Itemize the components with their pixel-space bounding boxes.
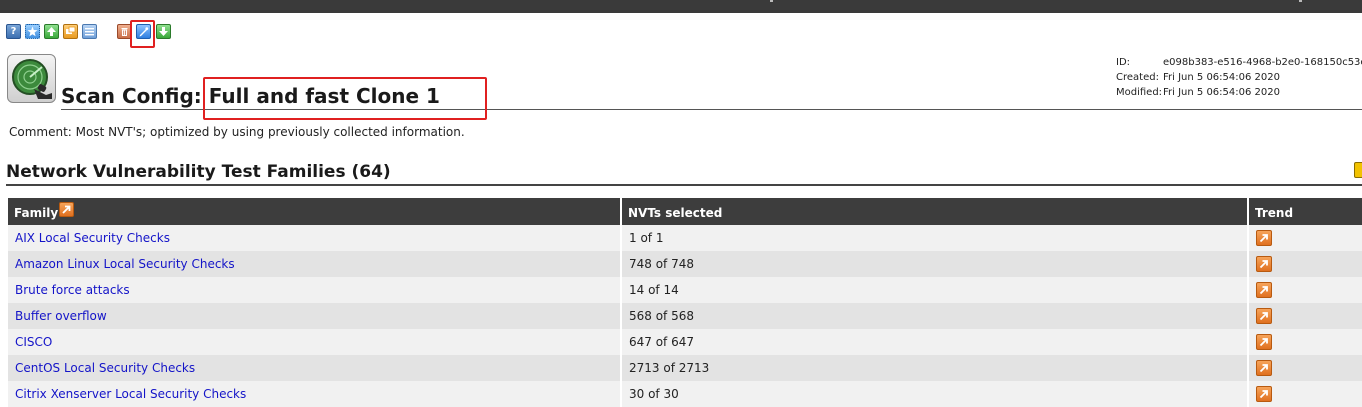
top-bar-mark — [770, 0, 773, 2]
trend-cell — [1249, 277, 1362, 303]
trend-cell — [1249, 303, 1362, 329]
nvts-selected-cell: 2713 of 2713 — [622, 355, 1249, 381]
family-cell: CISCO — [8, 329, 622, 355]
help-glyph: ? — [10, 26, 17, 37]
trend-column-header: Trend — [1249, 198, 1362, 225]
table-row: AIX Local Security Checks 1 of 1 — [8, 225, 1362, 251]
nvts-selected-cell: 14 of 14 — [622, 277, 1249, 303]
trend-arrow-icon[interactable] — [1256, 230, 1272, 246]
id-value: e098b383-e516-4968-b2e0-168150c53c7 — [1163, 57, 1362, 68]
family-cell: Brute force attacks — [8, 277, 622, 303]
trend-arrow-icon[interactable] — [1256, 360, 1272, 376]
trend-cell — [1249, 381, 1362, 407]
table-row: Amazon Linux Local Security Checks 748 of… — [8, 251, 1362, 277]
section-title: Network Vulnerability Test Families (64) — [6, 162, 391, 182]
table-row: CISCO 647 of 647 — [8, 329, 1362, 355]
page-title-prefix: Scan Config: — [61, 84, 202, 108]
top-bar-mark — [1299, 0, 1302, 2]
meta-modified-row: Modified:Fri Jun 5 06:54:06 2020 — [1116, 85, 1362, 100]
config-name-highlight — [203, 77, 487, 120]
trend-cell — [1249, 225, 1362, 251]
created-label: Created: — [1116, 72, 1159, 83]
modified-label: Modified: — [1116, 87, 1163, 98]
upload-icon[interactable] — [44, 24, 59, 39]
family-link[interactable]: CentOS Local Security Checks — [15, 361, 195, 375]
family-link[interactable]: Buffer overflow — [15, 309, 107, 323]
nvts-selected-cell: 748 of 748 — [622, 251, 1249, 277]
trend-arrow-icon[interactable] — [1256, 256, 1272, 272]
nvts-selected-cell: 30 of 30 — [622, 381, 1249, 407]
new-icon[interactable] — [25, 24, 40, 39]
table-row: Citrix Xenserver Local Security Checks 30… — [8, 381, 1362, 407]
families-table: Family NVTs selected Trend AIX Local Sec… — [8, 198, 1362, 407]
family-cell: CentOS Local Security Checks — [8, 355, 622, 381]
meta-created-row: Created: Fri Jun 5 06:54:06 2020 — [1116, 70, 1362, 85]
trend-cell — [1249, 251, 1362, 277]
table-row: CentOS Local Security Checks 2713 of 2713 — [8, 355, 1362, 381]
id-label: ID: — [1116, 57, 1131, 68]
clone-icon[interactable] — [63, 24, 78, 39]
sort-arrow-icon[interactable] — [59, 202, 75, 217]
family-header-label: Family — [14, 206, 59, 220]
nvts-selected-cell: 1 of 1 — [622, 225, 1249, 251]
nvts-selected-cell: 568 of 568 — [622, 303, 1249, 329]
family-link[interactable]: CISCO — [15, 335, 52, 349]
scan-config-logo — [7, 54, 56, 103]
nvts-selected-cell: 647 of 647 — [622, 329, 1249, 355]
top-bar — [0, 0, 1362, 13]
edit-icon-highlight — [130, 20, 155, 48]
config-comment: Comment: Most NVT's; optimized by using … — [9, 125, 465, 139]
trend-arrow-icon[interactable] — [1256, 282, 1272, 298]
nvts-column-header: NVTs selected — [622, 198, 1249, 225]
edit-families-icon[interactable] — [1354, 162, 1362, 178]
table-row: Brute force attacks 14 of 14 — [8, 277, 1362, 303]
meta-id-row: ID: e098b383-e516-4968-b2e0-168150c53c7 — [1116, 55, 1362, 70]
list-icon[interactable] — [82, 24, 97, 39]
created-value: Fri Jun 5 06:54:06 2020 — [1163, 72, 1280, 83]
trend-arrow-icon[interactable] — [1256, 308, 1272, 324]
family-cell: Buffer overflow — [8, 303, 622, 329]
modified-value: Fri Jun 5 06:54:06 2020 — [1163, 87, 1280, 98]
trend-arrow-icon[interactable] — [1256, 334, 1272, 350]
family-link[interactable]: Citrix Xenserver Local Security Checks — [15, 387, 246, 401]
family-link[interactable]: Amazon Linux Local Security Checks — [15, 257, 235, 271]
trend-cell — [1249, 355, 1362, 381]
section-divider — [6, 184, 1362, 186]
table-header-row: Family NVTs selected Trend — [8, 198, 1362, 225]
family-column-header[interactable]: Family — [8, 198, 622, 225]
help-icon[interactable]: ? — [6, 24, 21, 39]
meta-info: ID: e098b383-e516-4968-b2e0-168150c53c7 C… — [1116, 55, 1362, 100]
trend-arrow-icon[interactable] — [1256, 386, 1272, 402]
family-cell: AIX Local Security Checks — [8, 225, 622, 251]
family-link[interactable]: Brute force attacks — [15, 283, 130, 297]
export-icon[interactable] — [156, 24, 171, 39]
family-link[interactable]: AIX Local Security Checks — [15, 231, 170, 245]
table-row: Buffer overflow 568 of 568 — [8, 303, 1362, 329]
trend-cell — [1249, 329, 1362, 355]
family-cell: Citrix Xenserver Local Security Checks — [8, 381, 622, 407]
family-cell: Amazon Linux Local Security Checks — [8, 251, 622, 277]
